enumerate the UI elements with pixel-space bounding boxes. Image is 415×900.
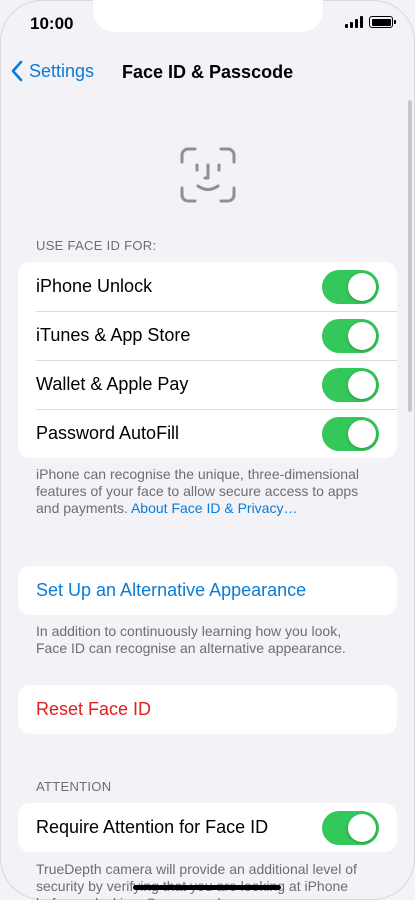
toggle-wallet-apple-pay[interactable] — [322, 367, 379, 402]
row-reset-face-id[interactable]: Reset Face ID — [18, 685, 397, 734]
cellular-signal-icon — [345, 16, 363, 28]
status-icons — [345, 16, 396, 28]
back-button[interactable]: Settings — [10, 60, 94, 82]
row-itunes-app-store: iTunes & App Store — [18, 311, 397, 360]
row-label: Password AutoFill — [36, 423, 180, 443]
face-id-icon — [180, 147, 236, 203]
row-require-attention: Require Attention for Face ID — [18, 803, 397, 852]
battery-icon — [369, 16, 396, 28]
scroll-indicator[interactable] — [408, 100, 412, 412]
home-indicator[interactable] — [133, 885, 281, 890]
row-iphone-unlock: iPhone Unlock — [18, 262, 397, 311]
toggle-itunes-app-store[interactable] — [322, 318, 379, 353]
chevron-left-icon — [11, 60, 23, 82]
status-bar: 10:00 — [0, 0, 415, 50]
reset-face-id-button[interactable]: Reset Face ID — [36, 699, 379, 720]
about-face-id-privacy-link[interactable]: About Face ID & Privacy… — [131, 500, 298, 516]
section-header-attention: ATTENTION — [36, 779, 112, 794]
page-title: Face ID & Passcode — [122, 62, 294, 82]
set-up-alternative-appearance-button[interactable]: Set Up an Alternative Appearance — [36, 580, 379, 601]
use-face-id-group: iPhone Unlock iTunes & App Store Wallet … — [18, 262, 397, 458]
status-time: 10:00 — [30, 14, 74, 33]
row-alternative-appearance[interactable]: Set Up an Alternative Appearance — [18, 566, 397, 615]
row-label: Require Attention for Face ID — [36, 817, 269, 837]
toggle-password-autofill[interactable] — [322, 416, 379, 451]
navigation-bar: Settings Face ID & Passcode — [0, 52, 415, 96]
reset-face-id-group: Reset Face ID — [18, 685, 397, 734]
back-button-label: Settings — [29, 60, 95, 81]
toggle-require-attention[interactable] — [322, 810, 379, 845]
alternative-appearance-footnote: In addition to continuously learning how… — [36, 623, 346, 656]
row-label: iPhone Unlock — [36, 276, 153, 296]
attention-group: Require Attention for Face ID — [18, 803, 397, 852]
use-face-id-footnote: iPhone can recognise the unique, three-d… — [36, 466, 376, 517]
row-label: Wallet & Apple Pay — [36, 374, 189, 394]
row-label: iTunes & App Store — [36, 325, 191, 345]
attention-footnote: TrueDepth camera will provide an additio… — [36, 861, 357, 900]
section-header-use-face-id: USE FACE ID FOR: — [36, 238, 157, 253]
alternative-appearance-group: Set Up an Alternative Appearance — [18, 566, 397, 615]
toggle-iphone-unlock[interactable] — [322, 269, 379, 304]
row-password-autofill: Password AutoFill — [18, 409, 397, 458]
row-wallet-apple-pay: Wallet & Apple Pay — [18, 360, 397, 409]
